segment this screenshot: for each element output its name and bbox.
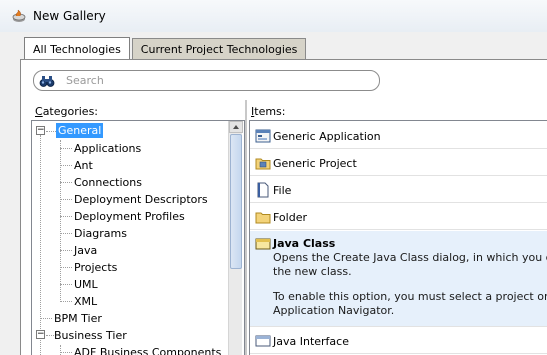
item-label: Generic Application [273,130,381,143]
tree-line [60,345,61,355]
collapse-icon[interactable]: − [36,330,45,339]
tree-line [60,250,72,251]
item-label: Generic Project [273,157,357,170]
tree-line [60,216,72,217]
tree-item-label: Ant [74,158,93,172]
tree-item-label: Connections [74,175,142,189]
java-interface-icon [255,335,271,347]
item-java-class[interactable]: Java Class Opens the Create Java Class d… [250,231,547,327]
tree-line [60,233,72,234]
file-icon [257,182,269,198]
items-label: Items: [251,105,286,118]
tree-line [60,148,72,149]
search-input[interactable]: Search [33,70,380,91]
arrow-up-icon [233,125,239,129]
categories-label: Categories: [35,105,99,118]
item-label: File [273,184,292,197]
tree-line [60,165,72,166]
search-placeholder: Search [66,74,104,87]
tree-item-label: Projects [74,260,118,274]
item-generic-project[interactable]: Generic Project [250,150,547,176]
item-description: To enable this option, you must select a… [273,290,547,303]
pane-splitter[interactable] [245,100,247,355]
tab-strip: All Technologies Current Project Technol… [24,37,308,61]
scroll-thumb[interactable] [230,134,242,269]
tree-item-label: Diagrams [74,226,127,240]
tree-line [40,135,41,355]
window-title: New Gallery [33,9,106,23]
collapse-icon[interactable]: − [36,126,45,135]
java-class-icon [255,238,271,250]
tree-line [40,318,52,319]
tab-current-project-technologies[interactable]: Current Project Technologies [131,38,307,60]
tree-item-label: Applications [74,141,142,155]
scroll-up-button[interactable] [229,121,243,133]
folder-icon [255,212,271,224]
tree-item-label: XML [74,294,98,308]
title-bar: New Gallery [0,0,547,32]
tree-item-label: ADF Business Components [74,345,222,355]
application-icon [255,129,271,143]
item-title: Java Class [273,237,336,250]
tab-all-technologies[interactable]: All Technologies [24,37,130,61]
item-description: the new class. [273,265,352,278]
tree-line [60,182,72,183]
jdeveloper-app-icon [12,9,26,22]
tree-item-label: Business Tier [54,328,127,342]
item-file[interactable]: File [250,177,547,203]
tree-item-label: BPM Tier [54,311,102,325]
item-description: Opens the Create Java Class dialog, in w… [273,251,547,264]
binoculars-search-icon [39,76,55,87]
item-description: Application Navigator. [273,304,395,317]
tree-line [60,199,72,200]
tree-line [46,131,56,132]
tree-line [60,352,72,353]
tree-item-label: UML [74,277,98,291]
tree-line [46,335,54,336]
tree-line [60,284,72,285]
tree-item-label: Deployment Descriptors [74,192,208,206]
tree-item-label: Deployment Profiles [74,209,185,223]
item-label: Folder [273,211,307,224]
tree-line [60,267,72,268]
project-icon [255,158,271,170]
item-java-interface[interactable]: Java Interface [250,328,547,354]
tree-item-label: Java [74,243,98,257]
categories-tree[interactable]: − General Applications Ant Connections D… [31,120,245,355]
items-list[interactable]: Generic Application Generic Project File… [249,120,547,355]
categories-scrollbar[interactable] [228,121,243,355]
item-folder[interactable]: Folder [250,204,547,230]
tree-line [60,301,72,302]
item-generic-application[interactable]: Generic Application [250,123,547,149]
item-label: Java Interface [273,335,349,348]
